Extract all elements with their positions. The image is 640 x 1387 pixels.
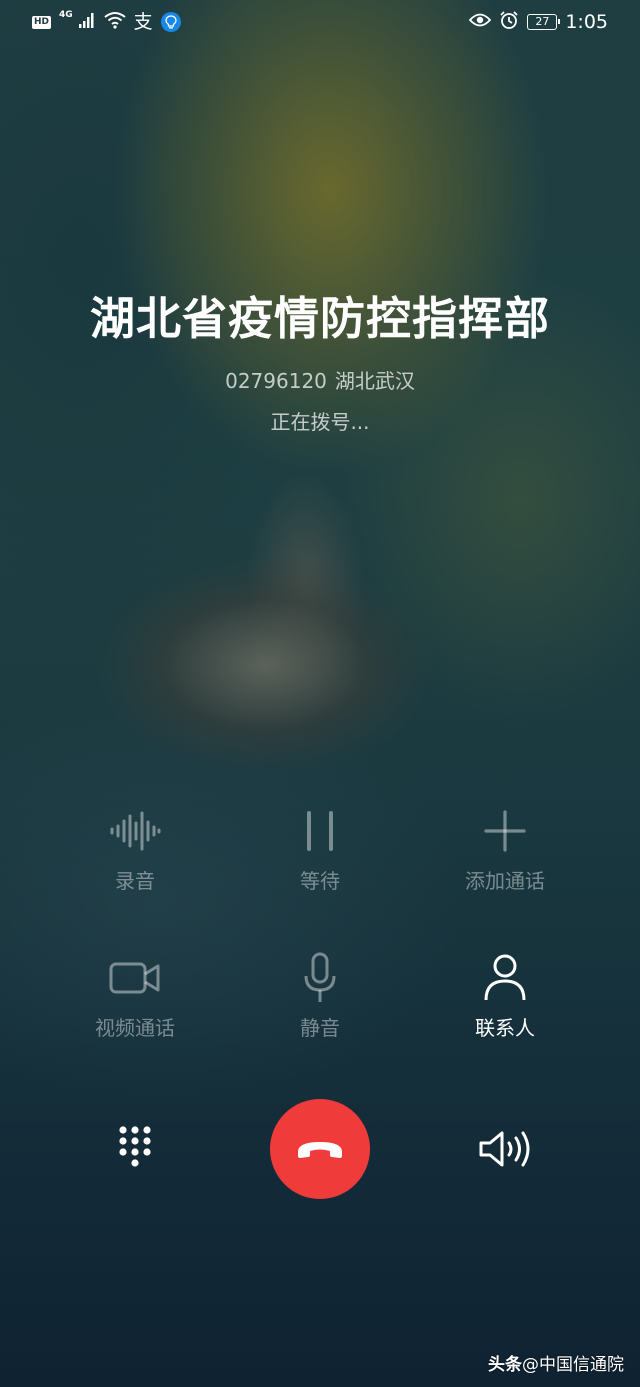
waveform-icon — [65, 803, 205, 859]
contacts-button[interactable]: 联系人 — [435, 950, 575, 1041]
network-type-label: 4G — [59, 10, 73, 20]
record-label: 录音 — [115, 869, 155, 893]
status-clock: 1:05 — [565, 11, 608, 33]
signal-icon — [78, 11, 96, 34]
person-icon — [435, 950, 575, 1006]
hang-up-icon — [298, 1142, 342, 1158]
caller-location: 湖北武汉 — [334, 369, 415, 393]
watermark: 头条@中国信通院 — [488, 1350, 624, 1375]
hold-button[interactable]: 等待 — [250, 803, 390, 894]
alipay-icon: 支 — [133, 10, 153, 33]
caller-number: 02796120 — [225, 369, 327, 393]
status-bar: HD 4G 支 27 1:05 — [0, 0, 640, 44]
mute-label: 静音 — [300, 1016, 340, 1040]
wifi-icon — [104, 11, 126, 34]
video-camera-icon — [65, 950, 205, 1006]
speaker-icon — [479, 1131, 530, 1167]
speaker-button[interactable] — [470, 1119, 540, 1179]
video-call-button[interactable]: 视频通话 — [65, 950, 205, 1041]
watermark-brand: 头条 — [488, 1355, 522, 1375]
add-call-button[interactable]: 添加通话 — [435, 803, 575, 894]
plus-icon — [435, 803, 575, 859]
caller-details: 02796120 湖北武汉 — [0, 365, 640, 394]
hold-label: 等待 — [300, 869, 340, 893]
status-bar-right: 27 1:05 — [469, 10, 608, 34]
dialpad-icon — [119, 1126, 151, 1167]
end-call-button[interactable] — [270, 1099, 370, 1199]
call-status: 正在拨号... — [270, 410, 370, 434]
hd-icon: HD — [32, 15, 52, 29]
alarm-icon — [499, 10, 519, 35]
bulb-icon — [160, 12, 181, 32]
caller-name: 湖北省疫情防控指挥部 — [89, 292, 550, 345]
dialpad-button[interactable] — [100, 1109, 170, 1189]
eye-icon — [469, 11, 492, 33]
in-call-screen: HD 4G 支 27 1:05 湖北省疫情防控指挥部 02796120 湖北武汉… — [0, 0, 640, 1387]
status-bar-left: HD 4G 支 — [32, 10, 181, 34]
pause-icon — [250, 803, 390, 859]
mute-button[interactable]: 静音 — [250, 950, 390, 1041]
contacts-label: 联系人 — [475, 1016, 535, 1040]
microphone-icon — [250, 950, 390, 1006]
battery-icon: 27 — [527, 14, 561, 30]
video-call-label: 视频通话 — [95, 1016, 175, 1040]
record-button[interactable]: 录音 — [65, 803, 205, 894]
watermark-handle: @中国信通院 — [522, 1355, 624, 1375]
add-call-label: 添加通话 — [465, 869, 545, 893]
